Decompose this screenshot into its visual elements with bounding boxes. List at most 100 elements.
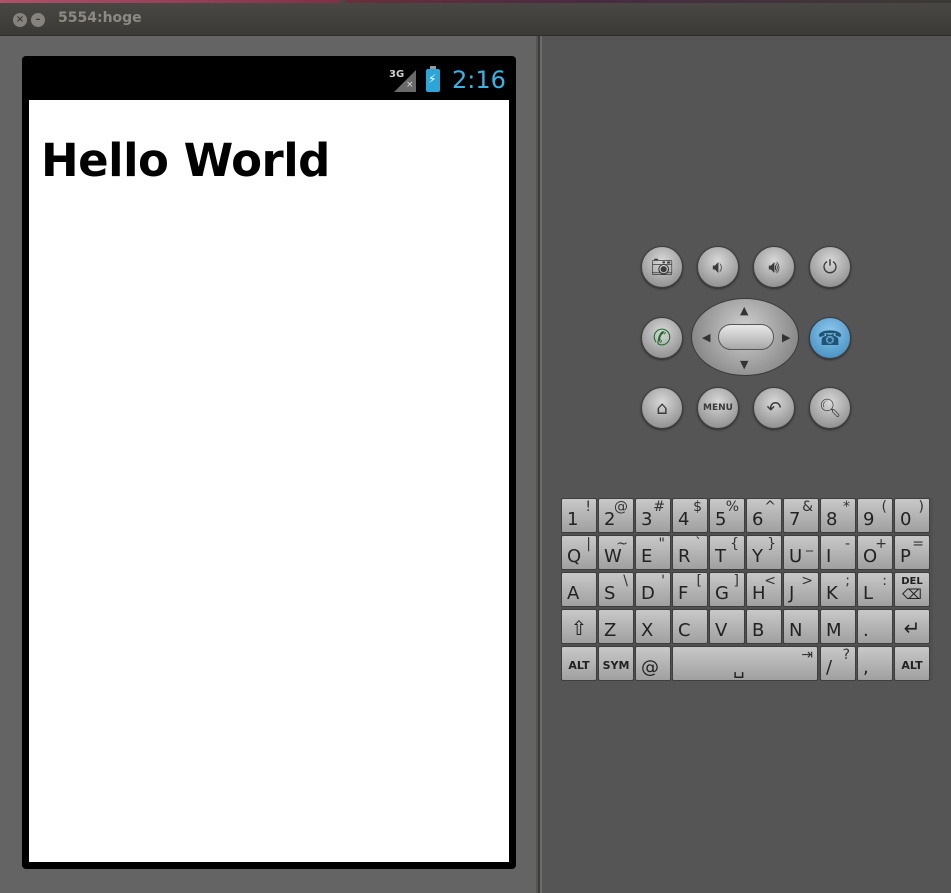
key-label: 1 [567, 509, 579, 530]
key-label: S [604, 583, 616, 604]
key-8[interactable]: 8 * [820, 498, 856, 533]
key-label: P [900, 546, 911, 567]
key-g[interactable]: G] [709, 572, 745, 607]
key-alt-left[interactable]: ALT [561, 646, 597, 681]
key-alt-label: ] [733, 573, 739, 589]
key-alt-right[interactable]: ALT [894, 646, 930, 681]
key-alt-label: * [843, 499, 850, 515]
dpad-left-icon[interactable]: ◀ [702, 332, 710, 343]
key-label: A [567, 583, 580, 604]
dpad-down-icon[interactable]: ▼ [740, 359, 748, 370]
key-alt-label: = [912, 536, 924, 552]
no-signal-icon: × [406, 80, 414, 90]
volume-up-button[interactable]: 🔊︎ [753, 246, 795, 288]
key-alt-label: @ [614, 499, 628, 515]
key-q[interactable]: Q | [561, 535, 597, 570]
close-icon[interactable]: × [13, 13, 27, 27]
menu-button[interactable]: MENU [697, 387, 739, 429]
emulator-control-panel [540, 36, 951, 893]
key-d[interactable]: D ' [635, 572, 671, 607]
key-alt-label: " [658, 536, 665, 552]
key-alt-label: > [801, 573, 813, 589]
key-p[interactable]: P = [894, 535, 930, 570]
key-label: 8 [826, 509, 838, 530]
key-c[interactable]: C [672, 609, 708, 644]
power-icon: ⏻ [822, 256, 838, 278]
key-9[interactable]: 9( [857, 498, 893, 533]
dpad[interactable]: ▲ ▼ ◀ ▶ [691, 298, 799, 376]
key-x[interactable]: X [635, 609, 671, 644]
key-7[interactable]: 7 & [783, 498, 819, 533]
key-h[interactable]: H < [746, 572, 782, 607]
key-u[interactable]: U _ [783, 535, 819, 570]
key-label: B [752, 620, 765, 641]
key-label: R [678, 546, 691, 567]
key-label: 9 [863, 509, 875, 530]
key-alt-label: ' [661, 573, 665, 589]
dpad-right-icon[interactable]: ▶ [782, 332, 790, 343]
search-button[interactable]: 🔍︎ [809, 387, 851, 429]
end-call-button[interactable]: ☎ [809, 317, 851, 359]
key-label: N [789, 620, 803, 641]
key-alt-label: \ [623, 573, 628, 589]
back-button[interactable]: ↶ [753, 387, 795, 429]
hardware-keyboard: 1! 2 @ 3 # 4 $ 5% 6 ^ 7 & 8 * 9( 0) Q | W ~ E " R… [561, 498, 933, 681]
key-del[interactable]: DEL ⌫ [894, 572, 930, 607]
key-label: 4 [678, 509, 690, 530]
camera-icon: 📷︎ [650, 256, 674, 278]
key-v[interactable]: V [709, 609, 745, 644]
key-j[interactable]: J > [783, 572, 819, 607]
key-4[interactable]: 4 $ [672, 498, 708, 533]
key-comma[interactable]: , [857, 646, 893, 681]
key-e[interactable]: E " [635, 535, 671, 570]
call-button[interactable]: ✆ [641, 317, 683, 359]
key-shift[interactable]: ⇧ [561, 609, 597, 644]
key-space[interactable]: ␣ ⇥ [672, 646, 818, 681]
key-label: D [641, 583, 655, 604]
minimize-icon[interactable]: – [31, 13, 45, 27]
key-n[interactable]: N [783, 609, 819, 644]
key-k[interactable]: K; [820, 572, 856, 607]
key-m[interactable]: M [820, 609, 856, 644]
key-label: ALT [901, 659, 923, 672]
dpad-center-button[interactable] [718, 324, 774, 350]
key-sym[interactable]: SYM [598, 646, 634, 681]
key-r[interactable]: R ` [672, 535, 708, 570]
space-icon: ␣ [733, 658, 745, 679]
key-2[interactable]: 2 @ [598, 498, 634, 533]
key-label: I [826, 546, 832, 567]
key-6[interactable]: 6 ^ [746, 498, 782, 533]
key-i[interactable]: I- [820, 535, 856, 570]
key-w[interactable]: W ~ [598, 535, 634, 570]
key-o[interactable]: O + [857, 535, 893, 570]
key-period[interactable]: . [857, 609, 893, 644]
app-screen[interactable]: Hello World [29, 100, 509, 862]
key-l[interactable]: L: [857, 572, 893, 607]
key-alt-label: : [882, 573, 887, 589]
key-alt-label: ~ [616, 536, 628, 552]
key-5[interactable]: 5% [709, 498, 745, 533]
home-button[interactable]: ⌂ [641, 387, 683, 429]
key-slash[interactable]: /? [820, 646, 856, 681]
window-title: 5554:hoge [58, 10, 142, 26]
key-b[interactable]: B [746, 609, 782, 644]
camera-button[interactable]: 📷︎ [641, 246, 683, 288]
key-label: 3 [641, 509, 653, 530]
dpad-up-icon[interactable]: ▲ [740, 305, 748, 316]
home-icon: ⌂ [656, 397, 668, 419]
key-1[interactable]: 1! [561, 498, 597, 533]
power-button[interactable]: ⏻ [809, 246, 851, 288]
key-alt-label: | [586, 536, 591, 552]
key-at[interactable]: @ [635, 646, 671, 681]
key-y[interactable]: Y} [746, 535, 782, 570]
key-3[interactable]: 3 # [635, 498, 671, 533]
key-z[interactable]: Z [598, 609, 634, 644]
key-t[interactable]: T{ [709, 535, 745, 570]
key-enter[interactable]: ↵ [894, 609, 930, 644]
key-f[interactable]: F[ [672, 572, 708, 607]
key-s[interactable]: S \ [598, 572, 634, 607]
key-a[interactable]: A [561, 572, 597, 607]
volume-down-button[interactable]: 🔉︎ [697, 246, 739, 288]
key-0[interactable]: 0) [894, 498, 930, 533]
key-label: @ [641, 657, 659, 678]
